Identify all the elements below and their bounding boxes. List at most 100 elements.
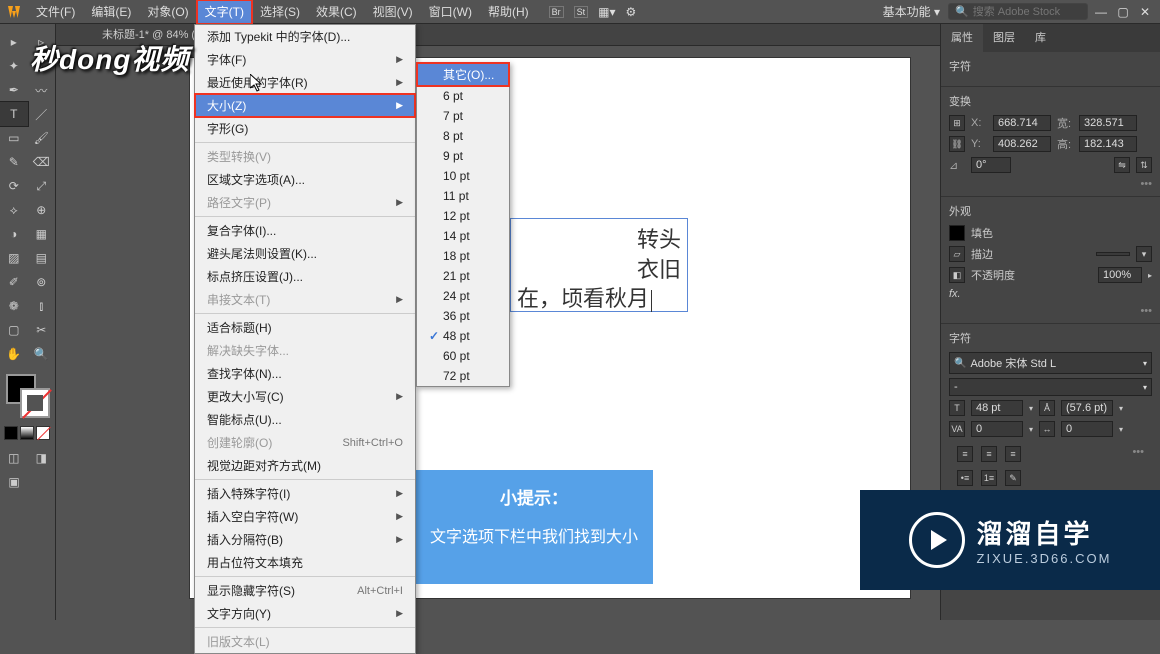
- shaper-tool[interactable]: ✎: [0, 150, 28, 174]
- type-menu-item[interactable]: 文字方向(Y): [195, 602, 415, 625]
- type-menu-item[interactable]: 插入空白字符(W): [195, 505, 415, 528]
- x-field[interactable]: 668.714: [993, 115, 1051, 131]
- type-menu-item[interactable]: 智能标点(U)...: [195, 408, 415, 431]
- stroke-swatch[interactable]: [20, 388, 50, 418]
- slice-tool[interactable]: ✂: [28, 318, 56, 342]
- menu-type[interactable]: 文字(T): [197, 0, 252, 24]
- size-item[interactable]: 6 pt: [417, 86, 509, 106]
- gradient-tool[interactable]: ▤: [28, 246, 56, 270]
- line-segment-tool[interactable]: ／: [28, 102, 56, 126]
- width-tool[interactable]: ⟡: [0, 198, 28, 222]
- type-menu-item[interactable]: 区域文字选项(A)...: [195, 168, 415, 191]
- tab-libraries[interactable]: 库: [1025, 24, 1056, 52]
- eyedropper-tool[interactable]: ✐: [0, 270, 28, 294]
- close-icon[interactable]: ✕: [1136, 5, 1154, 19]
- link-wh-icon[interactable]: ⛓: [949, 136, 965, 152]
- arrange-docs-icon[interactable]: ▦▾: [598, 5, 615, 19]
- search-stock-input[interactable]: [973, 6, 1081, 18]
- hand-tool[interactable]: ✋: [0, 342, 28, 366]
- tab-properties[interactable]: 属性: [941, 24, 983, 52]
- h-field[interactable]: 182.143: [1079, 136, 1137, 152]
- type-menu-item[interactable]: 添加 Typekit 中的字体(D)...: [195, 25, 415, 48]
- reference-point-icon[interactable]: ⊞: [949, 115, 965, 131]
- curvature-tool[interactable]: 〰: [28, 78, 56, 102]
- rectangle-tool[interactable]: ▭: [0, 126, 28, 150]
- type-area[interactable]: 转头 衣旧 在，顷看秋月: [510, 218, 688, 312]
- pen-tool[interactable]: ✒: [0, 78, 28, 102]
- leading-field[interactable]: (57.6 pt): [1061, 400, 1113, 416]
- column-graph-tool[interactable]: ⫾: [28, 294, 56, 318]
- paintbrush-tool[interactable]: 🖌: [28, 126, 56, 150]
- type-menu-item[interactable]: 显示隐藏字符(S)Alt+Ctrl+I: [195, 579, 415, 602]
- fill-swatch-mini[interactable]: [949, 225, 965, 241]
- menu-file[interactable]: 文件(F): [28, 0, 83, 24]
- size-item[interactable]: 8 pt: [417, 126, 509, 146]
- size-other-item[interactable]: 其它(O)...: [417, 63, 509, 86]
- type-menu-item[interactable]: 适合标题(H): [195, 316, 415, 339]
- scale-tool[interactable]: ⤢: [28, 174, 56, 198]
- bullet-list-icon[interactable]: •≡: [957, 470, 973, 486]
- size-item[interactable]: 36 pt: [417, 306, 509, 326]
- size-item[interactable]: 72 pt: [417, 366, 509, 386]
- more-options-icon[interactable]: •••: [949, 178, 1152, 190]
- align-right-icon[interactable]: ≡: [1005, 446, 1021, 462]
- opacity-field[interactable]: 100%: [1098, 267, 1142, 283]
- type-menu-item[interactable]: 插入特殊字符(I): [195, 482, 415, 505]
- free-transform-tool[interactable]: ⊕: [28, 198, 56, 222]
- type-menu-item[interactable]: 查找字体(N)...: [195, 362, 415, 385]
- menu-view[interactable]: 视图(V): [365, 0, 421, 24]
- size-item[interactable]: 60 pt: [417, 346, 509, 366]
- font-size-field[interactable]: 48 pt: [971, 400, 1023, 416]
- size-item[interactable]: 14 pt: [417, 226, 509, 246]
- size-item[interactable]: 11 pt: [417, 186, 509, 206]
- bridge-icon[interactable]: Br: [549, 6, 564, 18]
- minimize-icon[interactable]: —: [1092, 5, 1110, 19]
- screen-mode-1[interactable]: ◫: [0, 446, 28, 470]
- type-menu-item[interactable]: 视觉边距对齐方式(M): [195, 454, 415, 477]
- flip-v-icon[interactable]: ⇅: [1136, 157, 1152, 173]
- size-item[interactable]: ✓48 pt: [417, 326, 509, 346]
- menu-window[interactable]: 窗口(W): [421, 0, 480, 24]
- blend-tool[interactable]: ⊚: [28, 270, 56, 294]
- stock-icon[interactable]: St: [574, 6, 589, 18]
- align-center-icon[interactable]: ≡: [981, 446, 997, 462]
- eraser-tool[interactable]: ⌫: [28, 150, 56, 174]
- size-item[interactable]: 24 pt: [417, 286, 509, 306]
- screen-mode-3[interactable]: ▣: [0, 470, 28, 494]
- menu-object[interactable]: 对象(O): [139, 0, 196, 24]
- flip-h-icon[interactable]: ⇋: [1114, 157, 1130, 173]
- menu-effect[interactable]: 效果(C): [308, 0, 365, 24]
- stroke-weight-field[interactable]: [1096, 252, 1130, 256]
- type-menu-item[interactable]: 用占位符文本填充: [195, 551, 415, 574]
- font-family-field[interactable]: 🔍Adobe 宋体 Std L▾: [949, 352, 1152, 374]
- shape-builder-tool[interactable]: ◑: [0, 222, 28, 246]
- size-item[interactable]: 18 pt: [417, 246, 509, 266]
- appearance-more-icon[interactable]: •••: [949, 305, 1152, 317]
- tracking-field[interactable]: 0: [1061, 421, 1113, 437]
- size-item[interactable]: 10 pt: [417, 166, 509, 186]
- type-menu-item[interactable]: 最近使用的字体(R): [195, 71, 415, 94]
- gpu-icon[interactable]: ⚙: [626, 5, 637, 19]
- type-menu-item[interactable]: 更改大小写(C): [195, 385, 415, 408]
- color-swatch[interactable]: [4, 374, 51, 418]
- menu-edit[interactable]: 编辑(E): [83, 0, 139, 24]
- stroke-dropdown-icon[interactable]: ▾: [1136, 246, 1152, 262]
- draw-mode-icons[interactable]: [4, 426, 55, 440]
- tab-layers[interactable]: 图层: [983, 24, 1025, 52]
- opacity-arrow-icon[interactable]: ▸: [1148, 271, 1152, 280]
- type-menu-item[interactable]: 字形(G): [195, 117, 415, 140]
- type-tool[interactable]: T: [0, 102, 28, 126]
- type-menu-item[interactable]: 标点挤压设置(J)...: [195, 265, 415, 288]
- symbol-sprayer-tool[interactable]: ❁: [0, 294, 28, 318]
- char-more-icon[interactable]: •••: [1132, 446, 1144, 462]
- selection-tool[interactable]: ▸: [0, 30, 28, 54]
- artboard-tool[interactable]: ▢: [0, 318, 28, 342]
- kerning-field[interactable]: 0: [971, 421, 1023, 437]
- size-item[interactable]: 9 pt: [417, 146, 509, 166]
- num-list-icon[interactable]: 1≡: [981, 470, 997, 486]
- menu-select[interactable]: 选择(S): [252, 0, 308, 24]
- w-field[interactable]: 328.571: [1079, 115, 1137, 131]
- rotate-tool[interactable]: ⟳: [0, 174, 28, 198]
- menu-help[interactable]: 帮助(H): [480, 0, 537, 24]
- zoom-tool[interactable]: 🔍: [28, 342, 56, 366]
